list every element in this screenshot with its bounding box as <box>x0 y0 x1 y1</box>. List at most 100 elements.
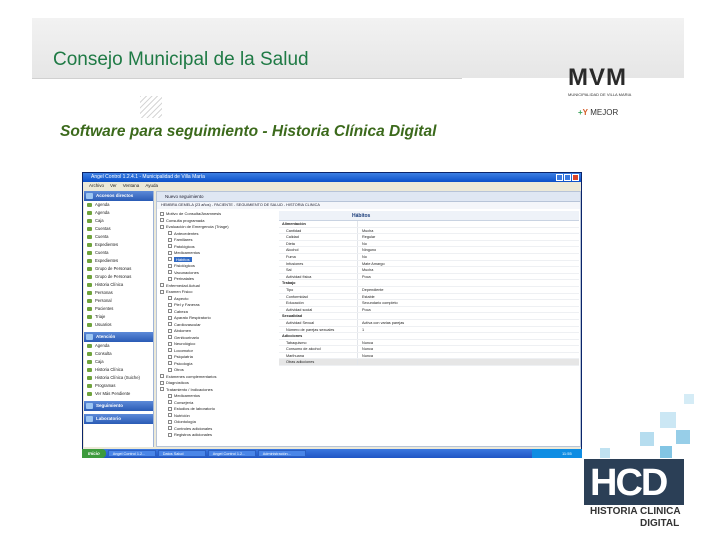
detail-row[interactable]: Consumo de alcohol Nunca <box>279 346 579 353</box>
tree-expander-icon[interactable] <box>168 270 172 275</box>
nav-item[interactable]: Usuarios <box>84 321 153 329</box>
detail-row[interactable]: Fuma No <box>279 253 579 261</box>
detail-row[interactable]: Tabaquismo Nunca <box>279 339 579 347</box>
detail-row[interactable]: Actividad Sexual Activa con varias pareja… <box>279 319 579 327</box>
maximize-icon[interactable] <box>564 174 571 181</box>
minimize-icon[interactable] <box>556 174 563 181</box>
tree-expander-icon[interactable] <box>160 218 164 223</box>
nav-item[interactable]: Cuentas <box>84 225 153 233</box>
taskbar-item[interactable]: Angel Control 1.2... <box>107 450 156 457</box>
detail-row[interactable]: Sal Mucha <box>279 267 579 274</box>
tree-expander-icon[interactable] <box>168 419 172 424</box>
nav-item[interactable]: Caja <box>84 217 153 225</box>
detail-value[interactable] <box>357 359 579 366</box>
detail-value[interactable]: Mucha <box>357 267 579 273</box>
detail-row[interactable]: Actividad física Poca <box>279 273 579 281</box>
tree-expander-icon[interactable] <box>168 244 172 249</box>
tree-expander-icon[interactable] <box>168 237 172 242</box>
detail-value[interactable]: No <box>357 240 579 247</box>
detail-value[interactable]: Poca <box>357 273 579 280</box>
nav-item[interactable]: Agenda <box>84 209 153 217</box>
detail-value[interactable]: No <box>357 253 579 260</box>
detail-row[interactable]: Alimentación <box>279 221 579 228</box>
tree-expander-icon[interactable] <box>168 231 172 236</box>
tree-expander-icon[interactable] <box>168 309 172 314</box>
nav-item[interactable]: Expedientes <box>84 241 153 249</box>
detail-row[interactable]: Calidad Regular <box>279 234 579 241</box>
menu-ventana[interactable]: Ventana <box>123 182 140 190</box>
detail-row[interactable]: Otras adicciones <box>279 359 579 367</box>
tree-expander-icon[interactable] <box>168 335 172 340</box>
tree-expander-icon[interactable] <box>168 432 172 437</box>
detail-row[interactable]: Marihuana Nunca <box>279 352 579 360</box>
tree-expander-icon[interactable] <box>168 393 172 398</box>
detail-value[interactable]: Mate Amargo <box>357 260 579 267</box>
detail-row[interactable]: Adicciones <box>279 333 579 340</box>
detail-value[interactable]: Dependiente <box>357 286 579 293</box>
nav-section-atencion[interactable]: Atención <box>84 332 153 342</box>
tree-expander-icon[interactable] <box>160 387 164 392</box>
tree-expander-icon[interactable] <box>160 224 164 229</box>
detail-value[interactable]: Regular <box>357 234 579 240</box>
tree-expander-icon[interactable] <box>168 328 172 333</box>
tree-expander-icon[interactable] <box>168 354 172 359</box>
tree-expander-icon[interactable] <box>160 283 164 288</box>
tree-expander-icon[interactable] <box>168 276 172 281</box>
nav-item[interactable]: Programas <box>84 382 153 390</box>
nav-item[interactable]: Grupo de Personas <box>84 273 153 281</box>
detail-row[interactable]: Número de parejas sexuales 1 <box>279 326 579 334</box>
detail-row[interactable]: Tipo Dependiente <box>279 286 579 294</box>
detail-value[interactable]: Secundario completo <box>357 300 579 306</box>
start-button[interactable]: Inicio <box>82 449 106 458</box>
nav-item[interactable]: Personal <box>84 297 153 305</box>
detail-value[interactable]: Nunca <box>357 339 579 346</box>
tree-expander-icon[interactable] <box>168 426 172 431</box>
nav-item[interactable]: Triaje <box>84 313 153 321</box>
taskbar-item[interactable]: Angel Control 1.2... <box>207 450 256 457</box>
tree-expander-icon[interactable] <box>160 211 164 216</box>
nav-item[interactable]: Caja <box>84 358 153 366</box>
nav-item[interactable]: Expedientes <box>84 257 153 265</box>
tree-expander-icon[interactable] <box>168 400 172 405</box>
tree-expander-icon[interactable] <box>168 348 172 353</box>
tree-item[interactable]: Registros adicionales <box>160 432 276 439</box>
nav-section-seguimiento[interactable]: Seguimiento <box>84 401 153 411</box>
tree-expander-icon[interactable] <box>168 406 172 411</box>
nav-item[interactable]: Historia Clínica (Suiche) <box>84 374 153 382</box>
tree-expander-icon[interactable] <box>168 263 172 268</box>
detail-value[interactable]: Poca <box>357 306 579 313</box>
detail-row[interactable]: Dieta No <box>279 240 579 248</box>
tree-expander-icon[interactable] <box>168 257 172 262</box>
tree-expander-icon[interactable] <box>168 302 172 307</box>
detail-value[interactable]: Nunca <box>357 346 579 352</box>
detail-value[interactable] <box>357 333 579 339</box>
detail-row[interactable]: Infusiones Mate Amargo <box>279 260 579 268</box>
nav-item[interactable]: Cuenta <box>84 233 153 241</box>
tree-expander-icon[interactable] <box>168 250 172 255</box>
close-icon[interactable] <box>572 174 579 181</box>
detail-value[interactable] <box>357 280 579 286</box>
nav-item[interactable]: Ver Más Pendiente <box>84 390 153 398</box>
tree-expander-icon[interactable] <box>168 341 172 346</box>
nav-item[interactable]: Grupo de Personas <box>84 265 153 273</box>
detail-value[interactable]: 1 <box>357 326 579 333</box>
tree-expander-icon[interactable] <box>168 367 172 372</box>
tree-expander-icon[interactable] <box>168 315 172 320</box>
tree-expander-icon[interactable] <box>160 380 164 385</box>
detail-row[interactable]: Alcohol Ninguno <box>279 247 579 254</box>
detail-row[interactable]: Trabajo <box>279 280 579 287</box>
detail-value[interactable] <box>357 221 579 227</box>
menu-ayuda[interactable]: Ayuda <box>145 182 158 190</box>
detail-row[interactable]: Cantidad Mucha <box>279 227 579 235</box>
nav-item[interactable]: Cuenta <box>84 249 153 257</box>
menu-archivo[interactable]: Archivo <box>89 182 104 190</box>
menu-ver[interactable]: Ver <box>110 182 117 190</box>
tree-expander-icon[interactable] <box>168 296 172 301</box>
tree-expander-icon[interactable] <box>168 322 172 327</box>
nav-item[interactable]: Pacientes <box>84 305 153 313</box>
tree-expander-icon[interactable] <box>168 413 172 418</box>
detail-value[interactable]: Nunca <box>357 352 579 359</box>
nav-section-laboratorio[interactable]: Laboratorio <box>84 414 153 424</box>
taskbar-item[interactable]: Datos Salud <box>157 450 206 457</box>
tree-expander-icon[interactable] <box>160 374 164 379</box>
